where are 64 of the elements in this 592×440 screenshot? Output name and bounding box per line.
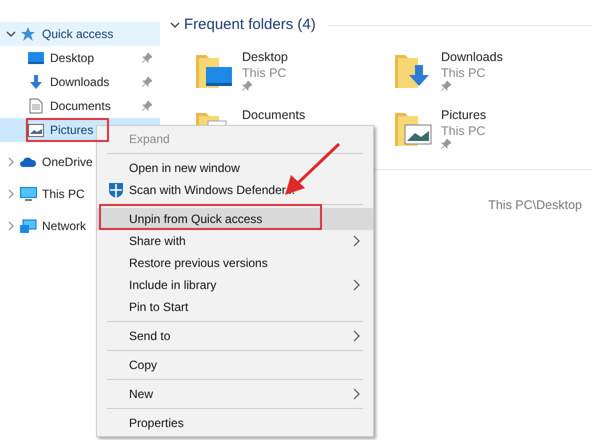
- nav-item[interactable]: Documents: [0, 94, 160, 118]
- nav-label: Documents: [50, 98, 111, 115]
- menu-label: Send to: [129, 328, 170, 345]
- menu-item[interactable]: New: [97, 383, 373, 405]
- folder-name: Pictures: [441, 106, 486, 122]
- nav-item[interactable]: Downloads: [0, 70, 160, 94]
- download-arrow-icon: [28, 74, 44, 90]
- chevron-down-icon[interactable]: [170, 20, 180, 30]
- pin-icon: [441, 80, 451, 90]
- file-path: This PC\Desktop: [488, 196, 582, 214]
- menu-item[interactable]: Include in library: [97, 274, 373, 296]
- menu-label: Restore previous versions: [129, 255, 268, 272]
- menu-label: Open in new window: [129, 160, 240, 177]
- folder-name: Documents: [242, 106, 306, 122]
- menu-item[interactable]: Unpin from Quick access: [97, 208, 373, 230]
- pin-icon: [441, 138, 451, 148]
- folder-name: Desktop: [242, 48, 288, 64]
- picture-icon: [28, 124, 44, 136]
- folder-location: This PC: [242, 64, 288, 80]
- menu-item[interactable]: Restore previous versions: [97, 252, 373, 274]
- nav-label: This PC: [42, 186, 85, 203]
- chevron-right-icon[interactable]: [6, 157, 16, 167]
- chevron-right-icon[interactable]: [6, 189, 16, 199]
- menu-item[interactable]: Send to: [97, 325, 373, 347]
- menu-item[interactable]: Open in new window: [97, 157, 373, 179]
- folder-location: This PC: [441, 64, 486, 80]
- nav-label: Desktop: [50, 50, 94, 67]
- chevron-right-icon[interactable]: [6, 221, 16, 231]
- menu-label: Pin to Start: [129, 299, 188, 316]
- folder-tile[interactable]: Pictures This PC: [393, 106, 592, 148]
- menu-label: Properties: [129, 415, 184, 432]
- pin-icon: [242, 80, 252, 90]
- pin-icon: [142, 101, 152, 111]
- menu-item[interactable]: Pin to Start: [97, 296, 373, 318]
- nav-label: Network: [42, 218, 86, 235]
- nav-label: Downloads: [50, 74, 110, 91]
- desktop-icon: [28, 51, 44, 65]
- folder-location: This PC: [441, 122, 486, 138]
- folder-tile[interactable]: Desktop This PC: [194, 48, 393, 90]
- folder-name: Downloads: [441, 48, 503, 64]
- menu-label: Share with: [129, 233, 186, 250]
- menu-item[interactable]: Properties: [97, 412, 373, 434]
- computer-icon: [20, 186, 36, 202]
- menu-label: New: [129, 386, 154, 403]
- cloud-icon: [19, 156, 37, 168]
- chevron-down-icon[interactable]: [6, 29, 16, 39]
- network-icon: [19, 218, 37, 234]
- folder-tile[interactable]: Downloads This PC: [393, 48, 592, 90]
- menu-label: Copy: [129, 357, 158, 374]
- section-heading: Frequent folders (4): [184, 15, 316, 35]
- menu-item[interactable]: Share with: [97, 230, 373, 252]
- pin-icon: [142, 53, 152, 63]
- menu-label: Unpin from Quick access: [129, 211, 262, 228]
- star-icon: [20, 26, 36, 42]
- nav-label: Quick access: [42, 26, 114, 43]
- nav-item[interactable]: Desktop: [0, 46, 160, 70]
- nav-item[interactable]: Quick access: [0, 22, 160, 46]
- document-icon: [29, 98, 43, 114]
- menu-label: Include in library: [129, 277, 216, 294]
- menu-item[interactable]: Copy: [97, 354, 373, 376]
- nav-label: Pictures: [50, 122, 94, 139]
- nav-label: OneDrive: [42, 154, 93, 171]
- pin-icon: [142, 77, 152, 87]
- shield-icon: [108, 182, 124, 198]
